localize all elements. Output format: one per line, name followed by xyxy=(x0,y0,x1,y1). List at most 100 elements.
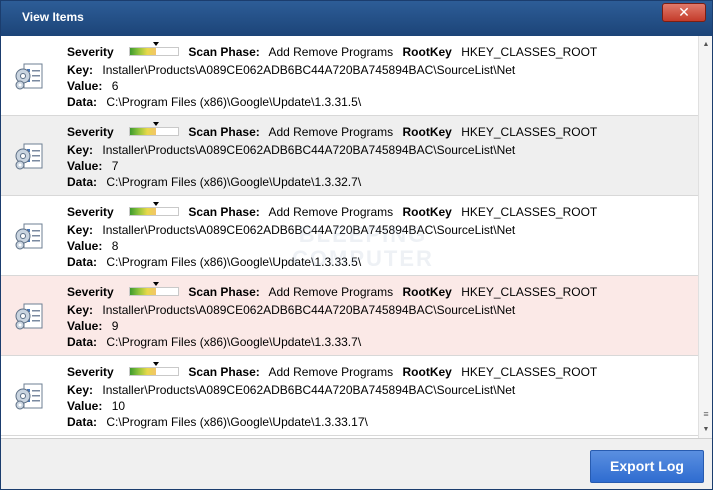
severity-fill xyxy=(130,128,157,136)
value-row: Value: 9 xyxy=(67,319,124,333)
value-value: 7 xyxy=(111,159,119,173)
severity-label: Severity xyxy=(67,205,114,219)
value-label: Value: xyxy=(67,319,103,333)
data-label: Data: xyxy=(67,335,98,349)
key-row: Key: Installer\Products\A089CE062ADB6BC4… xyxy=(67,383,521,397)
close-button[interactable]: ✕ xyxy=(662,3,706,22)
rootkey-label: RootKey xyxy=(402,285,452,299)
severity-row: Severity Scan Phase: Add Remove Programs… xyxy=(67,282,603,299)
value-value: 6 xyxy=(111,79,119,93)
key-row: Key: Installer\Products\A089CE062ADB6BC4… xyxy=(67,63,521,77)
key-value: Installer\Products\A089CE062ADB6BC44A720… xyxy=(102,63,516,77)
rootkey-label: RootKey xyxy=(402,125,452,139)
data-value: C:\Program Files (x86)\Google\Update\1.3… xyxy=(106,415,368,429)
registry-document-icon xyxy=(15,63,43,90)
data-label: Data: xyxy=(67,415,98,429)
severity-fill xyxy=(130,368,157,376)
value-value: 9 xyxy=(111,319,119,333)
list-item[interactable]: Severity Scan Phase: Add Remove Programs… xyxy=(1,356,698,436)
scan-phase-label: Scan Phase: xyxy=(188,45,260,59)
scan-phase-label: Scan Phase: xyxy=(188,365,260,379)
scan-phase-label: Scan Phase: xyxy=(188,125,260,139)
key-label: Key: xyxy=(67,383,94,397)
severity-marker-icon xyxy=(153,282,160,287)
key-value: Installer\Products\A089CE062ADB6BC44A720… xyxy=(102,383,516,397)
footer-bar: Export Log xyxy=(1,438,712,489)
value-label: Value: xyxy=(67,399,103,413)
data-label: Data: xyxy=(67,175,98,189)
value-row: Value: 8 xyxy=(67,239,124,253)
severity-label: Severity xyxy=(67,125,114,139)
scan-phase-value: Add Remove Programs xyxy=(268,365,394,379)
severity-fill xyxy=(130,208,157,216)
severity-row: Severity Scan Phase: Add Remove Programs… xyxy=(67,42,603,59)
data-row: Data: C:\Program Files (x86)\Google\Upda… xyxy=(67,415,374,429)
rootkey-label: RootKey xyxy=(402,45,452,59)
data-label: Data: xyxy=(67,95,98,109)
value-label: Value: xyxy=(67,239,103,253)
window-title: View Items xyxy=(22,10,84,24)
key-value: Installer\Products\A089CE062ADB6BC44A720… xyxy=(102,303,516,317)
data-row: Data: C:\Program Files (x86)\Google\Upda… xyxy=(67,175,367,189)
severity-meter xyxy=(129,362,180,377)
severity-row: Severity Scan Phase: Add Remove Programs… xyxy=(67,122,603,139)
severity-meter xyxy=(129,202,180,217)
key-row: Key: Installer\Products\A089CE062ADB6BC4… xyxy=(67,223,521,237)
severity-marker-icon xyxy=(153,362,160,367)
scroll-grip-icon[interactable]: ≡ xyxy=(701,408,711,420)
severity-marker-icon xyxy=(153,202,160,207)
list-item[interactable]: Severity Scan Phase: Add Remove Programs… xyxy=(1,196,698,276)
severity-marker-icon xyxy=(153,42,160,47)
data-row: Data: C:\Program Files (x86)\Google\Upda… xyxy=(67,255,367,269)
severity-label: Severity xyxy=(67,285,114,299)
value-row: Value: 7 xyxy=(67,159,124,173)
scan-phase-value: Add Remove Programs xyxy=(268,125,394,139)
list-item[interactable]: Severity Scan Phase: Add Remove Programs… xyxy=(1,36,698,116)
severity-fill xyxy=(130,288,157,296)
value-label: Value: xyxy=(67,159,103,173)
scan-phase-label: Scan Phase: xyxy=(188,285,260,299)
data-value: C:\Program Files (x86)\Google\Update\1.3… xyxy=(106,95,362,109)
scan-phase-value: Add Remove Programs xyxy=(268,205,394,219)
severity-label: Severity xyxy=(67,45,114,59)
severity-label: Severity xyxy=(67,365,114,379)
rootkey-value: HKEY_CLASSES_ROOT xyxy=(461,365,598,379)
key-label: Key: xyxy=(67,63,94,77)
value-value: 10 xyxy=(111,399,126,413)
items-list[interactable]: Severity Scan Phase: Add Remove Programs… xyxy=(1,36,698,438)
registry-document-icon xyxy=(15,383,43,410)
key-value: Installer\Products\A089CE062ADB6BC44A720… xyxy=(102,223,516,237)
key-value: Installer\Products\A089CE062ADB6BC44A720… xyxy=(102,143,516,157)
vertical-scrollbar[interactable]: ▲ ≡ ▼ xyxy=(698,36,712,438)
scan-phase-value: Add Remove Programs xyxy=(268,45,394,59)
key-label: Key: xyxy=(67,303,94,317)
rootkey-label: RootKey xyxy=(402,365,452,379)
severity-meter xyxy=(129,42,180,57)
data-label: Data: xyxy=(67,255,98,269)
scroll-up-icon[interactable]: ▲ xyxy=(701,40,711,50)
severity-meter xyxy=(129,282,180,297)
rootkey-label: RootKey xyxy=(402,205,452,219)
data-row: Data: C:\Program Files (x86)\Google\Upda… xyxy=(67,95,367,109)
registry-document-icon xyxy=(15,223,43,250)
scroll-down-icon[interactable]: ▼ xyxy=(701,425,711,435)
severity-row: Severity Scan Phase: Add Remove Programs… xyxy=(67,362,603,379)
list-item[interactable]: Severity Scan Phase: Add Remove Programs… xyxy=(1,276,698,356)
key-row: Key: Installer\Products\A089CE062ADB6BC4… xyxy=(67,143,521,157)
view-items-window: View Items ✕ Severity Scan Phase: Add Re… xyxy=(0,0,713,490)
key-label: Key: xyxy=(67,223,94,237)
title-bar[interactable]: View Items ✕ xyxy=(1,1,712,36)
severity-marker-icon xyxy=(153,122,160,127)
severity-row: Severity Scan Phase: Add Remove Programs… xyxy=(67,202,603,219)
rootkey-value: HKEY_CLASSES_ROOT xyxy=(461,285,598,299)
severity-fill xyxy=(130,48,157,56)
rootkey-value: HKEY_CLASSES_ROOT xyxy=(461,125,598,139)
rootkey-value: HKEY_CLASSES_ROOT xyxy=(461,45,598,59)
export-log-button[interactable]: Export Log xyxy=(590,450,704,483)
rootkey-value: HKEY_CLASSES_ROOT xyxy=(461,205,598,219)
close-icon: ✕ xyxy=(678,4,690,20)
value-value: 8 xyxy=(111,239,119,253)
list-item[interactable]: Severity Scan Phase: Add Remove Programs… xyxy=(1,116,698,196)
data-value: C:\Program Files (x86)\Google\Update\1.3… xyxy=(106,335,362,349)
data-row: Data: C:\Program Files (x86)\Google\Upda… xyxy=(67,335,367,349)
